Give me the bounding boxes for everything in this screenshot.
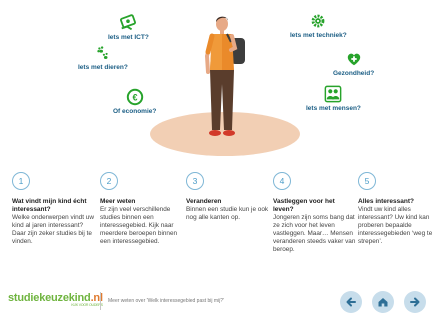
back-button[interactable] — [340, 291, 362, 313]
step-number: 5 — [358, 172, 376, 190]
interest-health: Gezondheid? — [333, 50, 374, 77]
paw-prints-icon — [97, 46, 108, 59]
arrow-left-icon — [346, 297, 356, 307]
interest-label: Gezondheid? — [333, 70, 375, 77]
arrow-right-icon — [410, 297, 420, 307]
step-number: 3 — [186, 172, 204, 190]
interest-label: Of economie? — [113, 108, 157, 115]
interest-animals: Iets met dieren? — [78, 44, 128, 71]
interest-label: Iets met techniek? — [290, 32, 347, 39]
interest-economy: € Of economie? — [113, 88, 156, 115]
step-title: Veranderen — [186, 198, 222, 205]
student-figure-illustration — [204, 16, 245, 136]
step-body: Jongeren zijn soms bang dat ze zich voor… — [273, 214, 356, 253]
hero-illustration: Iets met ICT? Iets met dieren? € Of econ… — [0, 0, 437, 170]
svg-text:€: € — [132, 93, 137, 103]
more-info-link[interactable]: Meer weten over 'Welk interessegebied pa… — [108, 298, 224, 304]
interest-people: Iets met mensen? — [306, 85, 361, 112]
hands-with-money-icon — [120, 14, 137, 31]
interest-label: Iets met dieren? — [78, 64, 128, 71]
site-logo[interactable]: studiekeuzekind.nl KIJK VOOR OUDERS — [8, 292, 103, 307]
step-5: 5 Alles interessant? Vindt uw kind alles… — [358, 172, 434, 246]
step-title: Vastleggen voor het leven? — [273, 198, 335, 213]
gear-icon — [311, 14, 325, 28]
step-body: Welke onderwerpen vindt uw kind al jaren… — [12, 214, 94, 245]
interest-label: Iets met ICT? — [108, 34, 149, 41]
interest-technology: Iets met techniek? — [290, 12, 347, 39]
step-number: 1 — [12, 172, 30, 190]
step-title: Alles interessant? — [358, 198, 414, 205]
interest-ict: Iets met ICT? — [108, 14, 149, 41]
step-1: 1 Wat vindt mijn kind écht interessant? … — [12, 172, 96, 246]
step-body: Binnen een studie kun je ook nog alle ka… — [186, 206, 269, 221]
next-button[interactable] — [404, 291, 426, 313]
home-button[interactable] — [372, 291, 394, 313]
interest-label: Iets met mensen? — [306, 105, 361, 112]
step-3: 3 Veranderen Binnen een studie kun je oo… — [186, 172, 270, 222]
step-body: Vindt uw kind alles interessant? Uw kind… — [358, 206, 433, 245]
step-number: 2 — [100, 172, 118, 190]
step-4: 4 Vastleggen voor het leven? Jongeren zi… — [273, 172, 357, 254]
step-title: Wat vindt mijn kind écht interessant? — [12, 198, 87, 213]
step-title: Meer weten — [100, 198, 136, 205]
heart-cross-icon — [347, 53, 360, 66]
steps-section: 1 Wat vindt mijn kind écht interessant? … — [0, 172, 437, 272]
footer-divider — [100, 292, 101, 310]
step-body: Er zijn veel verschillende studies binne… — [100, 206, 178, 245]
footer: studiekeuzekind.nl KIJK VOOR OUDERS Meer… — [0, 288, 437, 315]
step-2: 2 Meer weten Er zijn veel verschillende … — [100, 172, 184, 246]
euro-coin-icon: € — [126, 88, 143, 106]
step-number: 4 — [273, 172, 291, 190]
home-icon — [378, 298, 388, 307]
people-icon — [325, 85, 342, 103]
